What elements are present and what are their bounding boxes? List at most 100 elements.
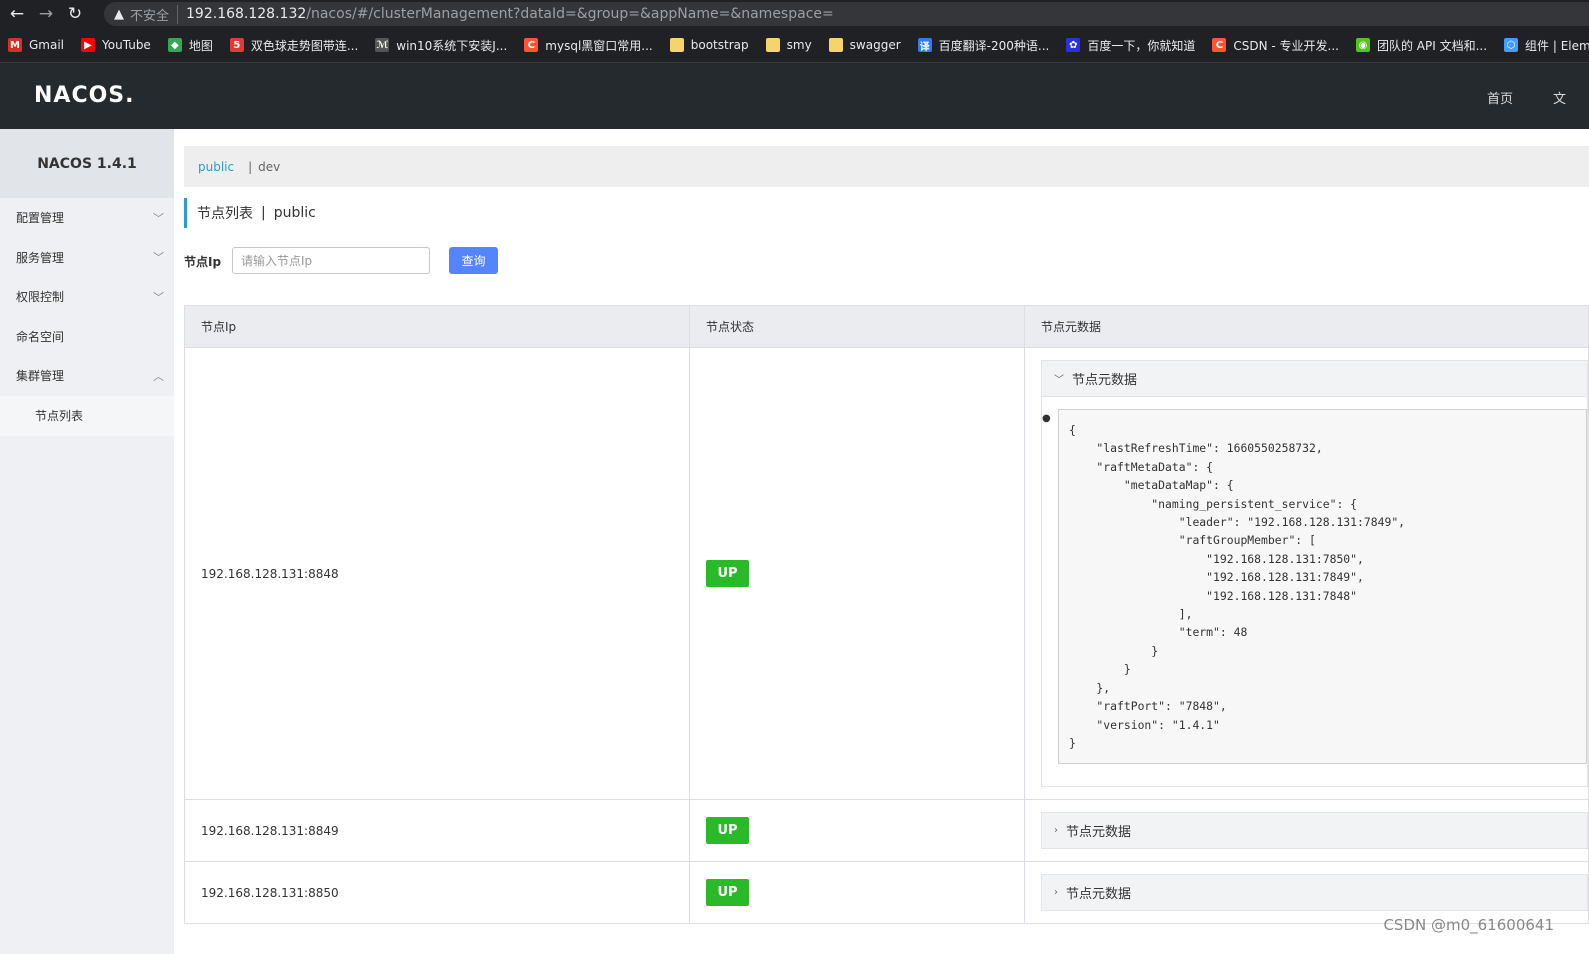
bookmark-item[interactable]: ▶ YouTube xyxy=(81,38,151,52)
metadata-json: { "lastRefreshTime": 1660550258732, "raf… xyxy=(1058,409,1587,765)
namespace-separator: | xyxy=(248,159,253,174)
table-row: 192.168.128.131:8849 UP › 节点元数据 xyxy=(184,799,1589,863)
sidebar-item-label: 命名空间 xyxy=(16,329,65,344)
page-title-namespace: public xyxy=(273,205,316,221)
csdn-icon: C xyxy=(524,38,539,52)
bookmark-label: 地图 xyxy=(188,38,213,53)
url-host: 192.168.128.132 xyxy=(186,6,307,22)
bookmark-label: smy xyxy=(786,38,812,52)
element-icon: ⬡ xyxy=(1504,38,1519,52)
query-button[interactable]: 查询 xyxy=(449,247,498,274)
sidebar-item-label: 服务管理 xyxy=(16,250,65,265)
bookmark-item[interactable]: ✿ 百度一下，你就知道 xyxy=(1066,37,1195,54)
sidebar-item-service[interactable]: 服务管理 ﹀ xyxy=(0,238,174,278)
folder-icon xyxy=(765,38,780,52)
bookmark-item[interactable]: ℳwin10系统下安装J... xyxy=(375,37,507,54)
bookmark-label: win10系统下安装J... xyxy=(396,38,508,53)
nacos-logo[interactable]: NACOS. xyxy=(34,83,135,108)
chevron-down-icon: ﹀ xyxy=(1054,375,1064,386)
apifox-icon: ◉ xyxy=(1355,38,1370,52)
page-title: 节点列表 | public xyxy=(184,198,316,228)
search-label: 节点Ip xyxy=(184,255,222,269)
page-title-separator: | xyxy=(261,205,266,221)
bookmark-item[interactable]: C CSDN - 专业开发... xyxy=(1212,37,1339,54)
column-header-ip: 节点Ip xyxy=(184,305,690,348)
metadata-collapse-body: ● { "lastRefreshTime": 1660550258732, "r… xyxy=(1041,397,1588,788)
header-link-docs[interactable]: 文 xyxy=(1553,88,1566,107)
baidu-translate-icon: 译 xyxy=(917,38,932,53)
node-status-cell: UP xyxy=(689,346,1025,801)
node-ip-search-input[interactable] xyxy=(232,247,430,274)
sidebar-title: NACOS 1.4.1 xyxy=(0,129,174,198)
node-status-cell: UP xyxy=(689,861,1025,925)
bookmark-item[interactable]: ◆ 地图 xyxy=(167,37,213,54)
csdn-watermark: CSDN @m0_61600641 xyxy=(1383,916,1554,934)
metadata-collapse-header[interactable]: › 节点元数据 xyxy=(1041,812,1588,850)
bookmark-item[interactable]: ⬡ 组件 | Element xyxy=(1504,37,1589,54)
bookmark-label: 百度翻译-200种语... xyxy=(938,38,1050,53)
header-link-home[interactable]: 首页 xyxy=(1487,88,1513,107)
youtube-icon: ▶ xyxy=(81,38,96,52)
bookmark-label: bootstrap xyxy=(690,38,749,52)
metadata-collapse-header[interactable]: ﹀ 节点元数据 xyxy=(1041,360,1588,397)
sidebar-subitem-node-list[interactable]: 节点列表 xyxy=(0,395,174,436)
folder-icon xyxy=(828,38,843,52)
metadata-label: 节点元数据 xyxy=(1066,887,1132,903)
node-metadata-cell: ﹀ 节点元数据 ● { "lastRefreshTime": 166055025… xyxy=(1024,346,1589,801)
bookmark-item[interactable]: bootstrap xyxy=(669,38,749,52)
bookmark-item[interactable]: swagger xyxy=(828,38,901,52)
bookmark-item[interactable]: ◉ 团队的 API 文档和... xyxy=(1355,37,1488,54)
namespace-bar: public | dev xyxy=(184,146,1589,187)
sidebar-item-config[interactable]: 配置管理 ﹀ xyxy=(0,198,174,238)
bookmark-item[interactable]: 5 双色球走势图带连... xyxy=(229,37,359,54)
url-path: /nacos/#/clusterManagement?dataId=&group… xyxy=(306,6,834,22)
sidebar: NACOS 1.4.1 配置管理 ﹀ 服务管理 ﹀ 权限控制 ﹀ 命名空间 集群… xyxy=(0,129,174,954)
baidu-icon: ✿ xyxy=(1066,38,1081,52)
node-table: 节点Ip 节点状态 节点元数据 192.168.128.131:8848 UP … xyxy=(184,305,1589,925)
bookmark-label: 百度一下，你就知道 xyxy=(1087,38,1196,53)
maps-icon: ◆ xyxy=(167,38,182,52)
lottery-icon: 5 xyxy=(229,38,244,52)
bookmark-label: 组件 | Element xyxy=(1525,38,1589,53)
sidebar-item-cluster[interactable]: 集群管理 ︿ xyxy=(0,356,174,396)
metadata-label: 节点元数据 xyxy=(1066,825,1132,841)
bookmark-label: 团队的 API 文档和... xyxy=(1376,38,1488,53)
bookmark-label: swagger xyxy=(849,38,901,52)
warning-icon[interactable]: ▲ xyxy=(114,7,124,22)
node-ip: 192.168.128.131:8850 xyxy=(184,861,690,925)
metadata-collapse-header[interactable]: › 节点元数据 xyxy=(1041,874,1588,912)
node-status-cell: UP xyxy=(689,799,1025,863)
bookmark-item[interactable]: M Gmail xyxy=(8,38,64,52)
bookmark-label: Gmail xyxy=(29,38,65,52)
folder-icon xyxy=(669,38,684,52)
sidebar-item-auth[interactable]: 权限控制 ﹀ xyxy=(0,277,174,317)
status-badge: UP xyxy=(706,560,749,588)
table-row: 192.168.128.131:8848 UP ﹀ 节点元数据 ● { "las… xyxy=(184,346,1589,801)
bookmark-item[interactable]: 译百度翻译-200种语... xyxy=(917,37,1050,54)
sidebar-item-namespace[interactable]: 命名空间 xyxy=(0,317,174,357)
insecure-label[interactable]: 不安全 xyxy=(130,4,179,24)
chevron-up-icon: ︿ xyxy=(153,369,164,383)
reload-icon[interactable]: ↻ xyxy=(63,2,87,26)
browser-address-bar: ← → ↻ ▲ 不安全 192.168.128.132 /nacos/#/clu… xyxy=(0,0,1589,28)
bookmark-item[interactable]: smy xyxy=(765,38,812,52)
status-badge: UP xyxy=(706,817,749,845)
bookmark-label: 双色球走势图带连... xyxy=(250,38,359,53)
chevron-right-icon: › xyxy=(1054,887,1058,899)
bookmark-label: CSDN - 专业开发... xyxy=(1233,38,1339,53)
page-title-text: 节点列表 xyxy=(197,206,253,222)
node-metadata-cell: › 节点元数据 xyxy=(1024,799,1589,863)
csdn-icon: C xyxy=(1212,38,1227,52)
sidebar-item-label: 权限控制 xyxy=(16,290,65,305)
table-row: 192.168.128.131:8850 UP › 节点元数据 xyxy=(184,861,1589,925)
url-field[interactable]: ▲ 不安全 192.168.128.132 /nacos/#/clusterMa… xyxy=(104,2,1589,26)
namespace-public[interactable]: public xyxy=(198,160,234,174)
column-header-metadata: 节点元数据 xyxy=(1024,305,1589,348)
win10-icon: ℳ xyxy=(375,38,390,52)
bookmark-label: YouTube xyxy=(102,38,151,52)
sidebar-item-label: 配置管理 xyxy=(16,211,65,226)
back-icon[interactable]: ← xyxy=(5,2,29,26)
forward-icon[interactable]: → xyxy=(34,2,58,26)
namespace-dev[interactable]: dev xyxy=(258,160,280,174)
bookmark-item[interactable]: Cmysql黑窗口常用... xyxy=(524,37,653,54)
